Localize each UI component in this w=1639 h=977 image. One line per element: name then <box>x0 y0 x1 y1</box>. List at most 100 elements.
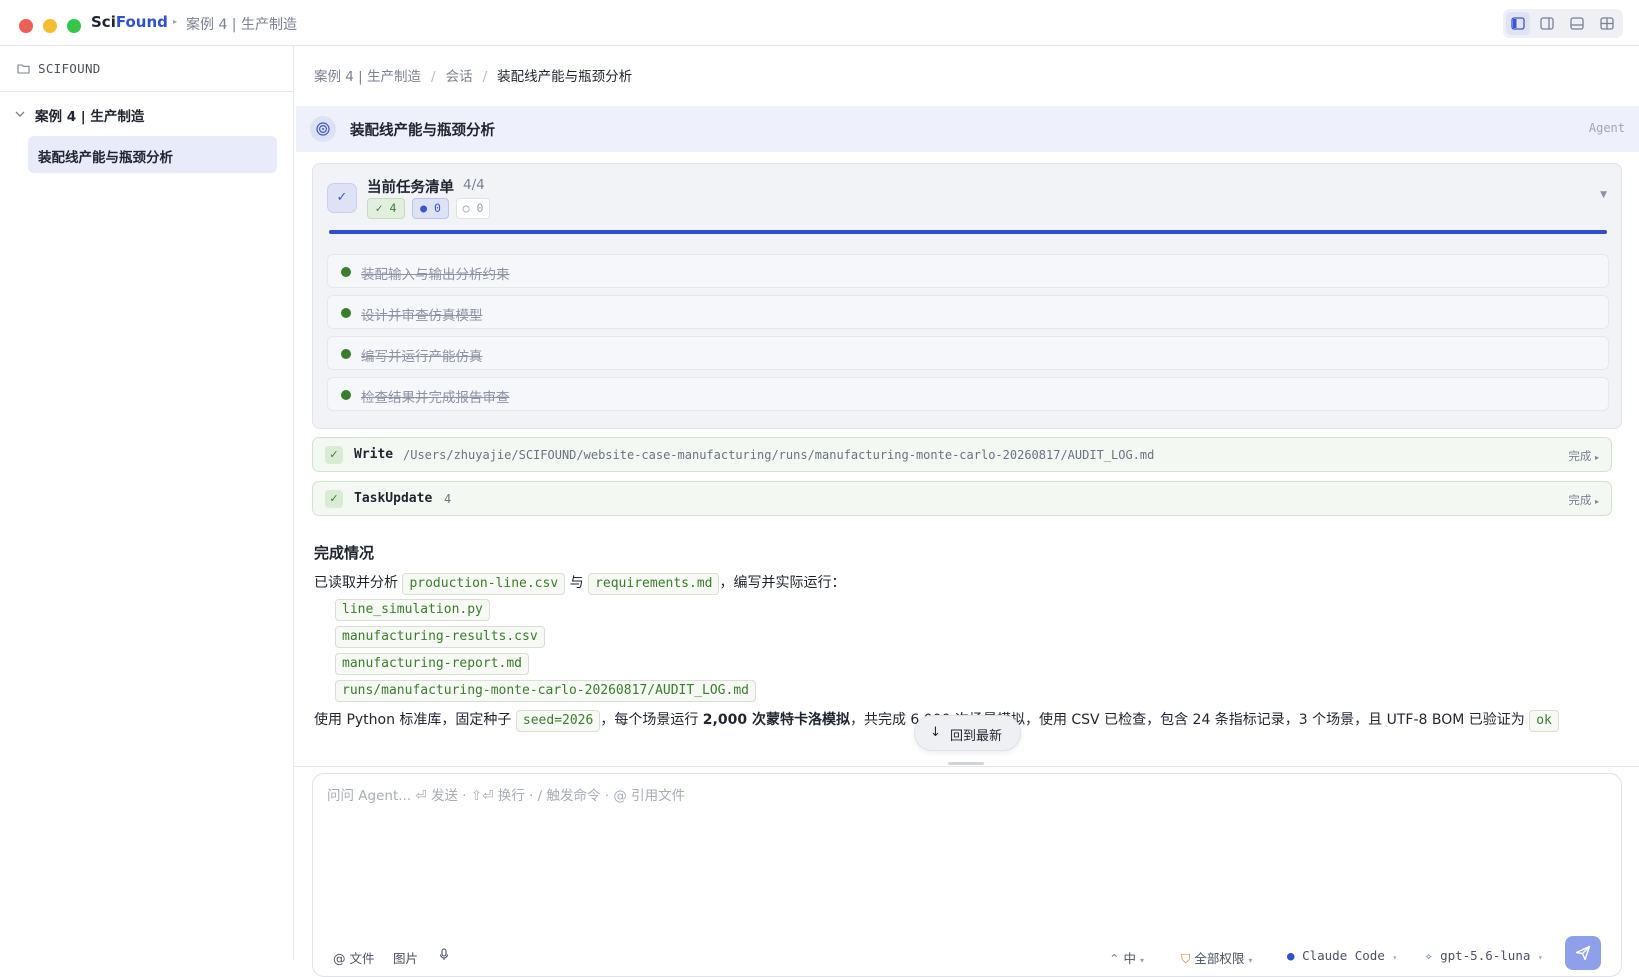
tool-name: TaskUpdate <box>354 491 433 506</box>
task-list-card[interactable]: ✓ 当前任务清单 4/4 ✓ 4 ● 0 ○ 0 ▼ 装配输入与输出分析约束 设… <box>312 163 1622 429</box>
brand-prefix: Sci <box>91 13 116 31</box>
scroll-to-latest-label: 回到最新 <box>950 729 1003 744</box>
main-panel: 案例 4 | 生产制造 / 会话 / 装配线产能与瓶颈分析 装配线产能与瓶颈分析 Age… <box>294 46 1639 977</box>
workspace-name: SCIFOUND <box>38 61 101 76</box>
scroll-to-latest-button[interactable]: ↓ 回到最新 <box>914 715 1021 751</box>
title-bar: SciFound ▸ 案例 4 | 生产制造 <box>0 0 1639 46</box>
chat-transcript[interactable]: ✓ 当前任务清单 4/4 ✓ 4 ● 0 ○ 0 ▼ 装配输入与输出分析约束 设… <box>294 152 1639 766</box>
window-project-title: 案例 4 | 生产制造 <box>186 17 297 33</box>
cut-bold: 2,000 次蒙特卡洛模拟 <box>702 712 850 728</box>
attach-file-button[interactable]: @ 文件 <box>333 948 374 967</box>
in-progress-badge: ● 0 <box>412 198 449 219</box>
checklist-icon: ✓ <box>327 183 357 213</box>
tool-argument: 4 <box>444 492 452 506</box>
tool-call-taskupdate[interactable]: ✓ TaskUpdate 4 完成 ▸ <box>312 481 1612 516</box>
tool-argument: /Users/zhuyajie/SCIFOUND/website-case-ma… <box>403 448 1155 462</box>
session-header: 装配线产能与瓶颈分析 Agent <box>296 106 1639 152</box>
chevron-right-icon: ▸ <box>173 17 178 26</box>
check-icon: ✓ <box>325 490 343 508</box>
arrow-down-icon: ↓ <box>930 725 941 740</box>
breadcrumb-separator: / <box>482 69 488 85</box>
tool-status-label: 完成 <box>1568 493 1592 507</box>
task-item-label: 设计并审查仿真模型 <box>361 308 483 324</box>
chevron-down-icon: ▾ <box>1392 953 1398 962</box>
breadcrumb-sessions[interactable]: 会话 <box>446 69 473 85</box>
close-window-button[interactable] <box>19 19 33 33</box>
output-file: manufacturing-results.csv <box>335 626 545 648</box>
app-logo: SciFound <box>91 13 168 31</box>
layout-left-sidebar-button[interactable] <box>1506 12 1530 35</box>
engine-selector[interactable]: ● Claude Code ▾ <box>1287 948 1397 963</box>
grid-icon <box>1600 17 1614 30</box>
workspace-header[interactable]: SCIFOUND <box>0 46 293 92</box>
summary-heading: 完成情况 <box>314 544 375 562</box>
task-item[interactable]: 编写并运行产能仿真 <box>327 336 1609 370</box>
task-item-label: 编写并运行产能仿真 <box>361 349 483 365</box>
task-item[interactable]: 装配输入与输出分析约束 <box>327 254 1609 288</box>
output-file: line_simulation.py <box>335 599 490 621</box>
inline-code: requirements.md <box>588 573 720 595</box>
task-list-count: 4/4 <box>463 177 485 193</box>
summary-conj: 与 <box>569 575 584 591</box>
attach-image-button[interactable]: 图片 <box>393 948 418 967</box>
session-title: 装配线产能与瓶颈分析 <box>350 123 495 139</box>
output-file: manufacturing-report.md <box>335 653 530 675</box>
agent-label: Agent <box>1588 121 1625 135</box>
status-dot-icon <box>341 267 351 277</box>
minimize-window-button[interactable] <box>43 19 57 33</box>
sidebar-right-icon <box>1540 17 1554 30</box>
brand-suffix: Found <box>115 13 168 31</box>
effort-selector[interactable]: ⌃ 中 ▾ <box>1109 948 1144 967</box>
chevron-right-icon: ▸ <box>1594 497 1599 506</box>
task-item[interactable]: 设计并审查仿真模型 <box>327 295 1609 329</box>
resize-handle[interactable] <box>948 762 984 765</box>
tree-item-session[interactable]: 装配线产能与瓶颈分析 <box>28 136 277 173</box>
maximize-window-button[interactable] <box>67 19 81 33</box>
task-item-label: 检查结果并完成报告审查 <box>361 390 510 406</box>
engine-label: Claude Code <box>1302 948 1385 963</box>
task-progress-fill <box>329 230 1607 234</box>
task-item[interactable]: 检查结果并完成报告审查 <box>327 377 1609 411</box>
summary-suffix: ，编写并实际运行： <box>719 575 846 591</box>
status-dot-icon <box>341 390 351 400</box>
layout-bottom-panel-button[interactable] <box>1565 12 1589 35</box>
spiral-icon <box>316 122 330 136</box>
panel-bottom-icon <box>1570 17 1584 30</box>
pending-badge: ○ 0 <box>456 198 490 219</box>
check-icon: ✓ <box>325 446 343 464</box>
sidebar-left-icon <box>1511 17 1525 30</box>
tool-status-label: 完成 <box>1568 449 1592 463</box>
tree-node-label: 案例 4 | 生产制造 <box>35 109 145 125</box>
sparkle-icon: ✧ <box>1425 948 1433 963</box>
composer: @ 文件 图片 ⌃ 中 ▾ ⛉ 全部权限 ▾ ● Claude Code ▾ ✧… <box>312 773 1622 977</box>
layout-grid-button[interactable] <box>1595 12 1619 35</box>
chevron-right-icon: ▸ <box>1594 453 1599 462</box>
status-dot-icon <box>341 308 351 318</box>
cut-text: ，每个场景运行 <box>600 712 699 728</box>
breadcrumb-separator: / <box>431 69 436 85</box>
sidebar: SCIFOUND 案例 4 | 生产制造 装配线产能与瓶颈分析 <box>0 46 294 960</box>
task-item-label: 装配输入与输出分析约束 <box>361 267 510 283</box>
voice-input-button[interactable] <box>439 948 449 964</box>
model-selector[interactable]: ✧ gpt-5.6-luna ▾ <box>1425 948 1543 963</box>
shield-icon: ⛉ <box>1181 951 1191 966</box>
inline-code: seed=2026 <box>515 710 601 732</box>
tool-call-write[interactable]: ✓ Write /Users/zhuyajie/SCIFOUND/website… <box>312 437 1612 472</box>
tree-node-project[interactable]: 案例 4 | 生产制造 <box>0 104 293 126</box>
composer-divider <box>294 766 1639 767</box>
chevron-down-icon: ▾ <box>1139 956 1144 965</box>
engine-dot-icon: ● <box>1287 948 1295 963</box>
summary-prefix: 已读取并分析 <box>314 575 398 591</box>
gauge-icon: ⌃ <box>1109 951 1120 966</box>
summary-text: 已读取并分析 production-line.csv 与 requirement… <box>314 572 845 595</box>
collapse-chevron-icon[interactable]: ▼ <box>1600 190 1607 200</box>
tool-status: 完成 ▸ <box>1568 448 1599 464</box>
message-input[interactable] <box>327 784 1597 924</box>
layout-right-sidebar-button[interactable] <box>1535 12 1559 35</box>
tree-item-label: 装配线产能与瓶颈分析 <box>38 150 173 166</box>
permission-selector[interactable]: ⛉ 全部权限 ▾ <box>1181 948 1252 967</box>
send-button[interactable] <box>1565 936 1601 970</box>
completed-badge: ✓ 4 <box>367 198 405 219</box>
breadcrumb-project[interactable]: 案例 4 | 生产制造 <box>314 69 421 85</box>
output-file-list: line_simulation.py manufacturing-results… <box>335 599 756 707</box>
